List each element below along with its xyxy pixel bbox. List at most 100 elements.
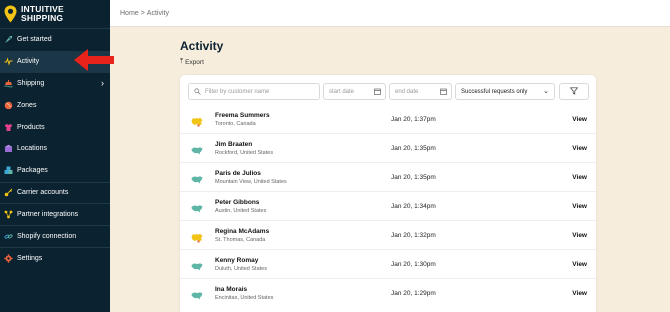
sidebar-item-shipping[interactable]: Shipping › [0,73,110,95]
main-content: Activity ⤒ Export Filter by customer nam… [110,27,670,312]
customer-info: Kenny Romay Duluth, United States [215,257,267,272]
brand-name: INTUITIVE SHIPPING [21,5,64,23]
usa-flag-icon [191,288,203,300]
request-date: Jan 20, 1:34pm [391,203,436,210]
activity-row: Peter Gibbons Austin, United States Jan 20… [180,192,596,221]
customer-info: Freema Summers Toronto, Canada [215,112,270,127]
activity-row: Kenny Romay Duluth, United States Jan 20, … [180,250,596,279]
activity-row: Regina McAdams St. Thomas, Canada Jan 20, … [180,221,596,250]
customer-location: Encinitas, United States [215,295,274,301]
view-button[interactable]: View [572,261,587,268]
sidebar-item-label: Settings [17,254,43,262]
chevron-down-icon: ⌄ [543,88,549,95]
activity-list: Freema Summers Toronto, Canada Jan 20, 1:3… [180,105,596,308]
view-button[interactable]: View [572,203,587,210]
brand-logo[interactable]: INTUITIVE SHIPPING [0,0,110,29]
usa-flag-icon [191,201,203,213]
sidebar-item-label: Carrier accounts [17,189,69,197]
view-button[interactable]: View [572,116,587,123]
sidebar-item-label: Activity [17,58,40,66]
activity-row: Ina Morais Encinitas, United States Jan 20… [180,279,596,308]
customer-name: Jim Braaten [215,141,253,148]
customer-info: Ina Morais Encinitas, United States [215,286,273,301]
search-icon [194,88,201,95]
breadcrumb-home-link[interactable]: Home [120,10,139,17]
customer-location: Austin, United States [215,208,267,214]
request-date: Jan 20, 1:30pm [391,261,436,268]
activity-row: Paris de Julios Mountain View, United Sta… [180,163,596,192]
upload-icon: ⤒ [180,58,184,65]
sidebar-item-shopify-connection[interactable]: Shopify connection [0,225,110,247]
sidebar-item-label: Shipping [17,79,45,87]
sidebar-item-label: Products [17,123,45,131]
breadcrumb-current: Activity [146,9,169,17]
activity-card: Filter by customer name start date end d… [180,75,596,312]
activity-icon [4,57,13,66]
products-icon [4,123,13,132]
view-button[interactable]: View [572,232,587,239]
export-label: Export [185,58,204,66]
shipping-icon [4,79,13,88]
integrations-icon [4,210,13,219]
rocket-icon [4,35,13,44]
customer-name: Regina McAdams [215,228,270,235]
customer-search-input[interactable]: Filter by customer name [188,83,320,100]
calendar-icon [374,88,381,97]
activity-row: Freema Summers Toronto, Canada Jan 20, 1:3… [180,105,596,134]
customer-name: Ina Morais [215,286,248,293]
calendar-icon [440,88,447,97]
request-date: Jan 20, 1:35pm [391,145,436,152]
brand-line-2: SHIPPING [21,13,64,23]
canada-flag-icon [191,114,203,127]
sidebar-item-settings[interactable]: Settings [0,246,110,269]
annotation-arrow [74,49,114,71]
key-icon [4,188,13,197]
filter-icon [569,86,579,97]
filter-button[interactable] [559,83,589,100]
customer-info: Paris de Julios Mountain View, United Sta… [215,170,287,185]
sidebar-item-partner-integrations[interactable]: Partner integrations [0,203,110,225]
sidebar-item-label: Shopify connection [17,233,77,241]
end-date-input[interactable]: end date [389,83,452,100]
customer-location: St. Thomas, Canada [215,237,266,243]
customer-info: Jim Braaten Rockford, United States [215,141,273,156]
sidebar-item-label: Packages [17,167,48,175]
customer-name: Paris de Julios [215,170,261,177]
canada-flag-icon [191,230,203,243]
sidebar-item-label: Get started [17,36,52,44]
sidebar-item-label: Zones [17,101,37,109]
sidebar: INTUITIVE SHIPPING Get started Activity … [0,0,110,312]
locations-icon [4,144,13,153]
activity-row: Jim Braaten Rockford, United States Jan 20… [180,134,596,163]
map-pin-logo-icon [4,5,17,23]
customer-info: Regina McAdams St. Thomas, Canada [215,228,269,243]
status-selected-value: Successful requests only [461,88,528,95]
view-button[interactable]: View [572,145,587,152]
request-date: Jan 20, 1:32pm [391,232,436,239]
view-button[interactable]: View [572,174,587,181]
customer-info: Peter Gibbons Austin, United States [215,199,266,214]
search-placeholder: Filter by customer name [205,88,270,95]
filter-bar: Filter by customer name start date end d… [188,83,592,100]
status-filter-select[interactable]: Successful requests only ⌄ [455,83,555,100]
export-link[interactable]: ⤒ Export [180,58,204,66]
usa-flag-icon [191,259,203,271]
breadcrumb-separator: > [140,9,145,17]
customer-location: Rockford, United States [215,150,274,156]
customer-location: Mountain View, United States [215,179,287,185]
sidebar-item-products[interactable]: Products [0,116,110,138]
sidebar-item-packages[interactable]: Packages [0,160,110,182]
link-icon [4,232,13,241]
sidebar-item-carrier-accounts[interactable]: Carrier accounts [0,181,110,204]
request-date: Jan 20, 1:29pm [391,290,436,297]
customer-name: Kenny Romay [215,257,259,264]
sidebar-item-locations[interactable]: Locations [0,138,110,160]
request-date: Jan 20, 1:37pm [391,116,436,123]
sidebar-item-zones[interactable]: Zones [0,94,110,116]
start-date-input[interactable]: start date [323,83,386,100]
customer-location: Toronto, Canada [215,121,256,127]
gear-icon [4,254,13,263]
chevron-right-icon: › [101,78,104,89]
customer-location: Duluth, United States [215,266,267,272]
view-button[interactable]: View [572,290,587,297]
